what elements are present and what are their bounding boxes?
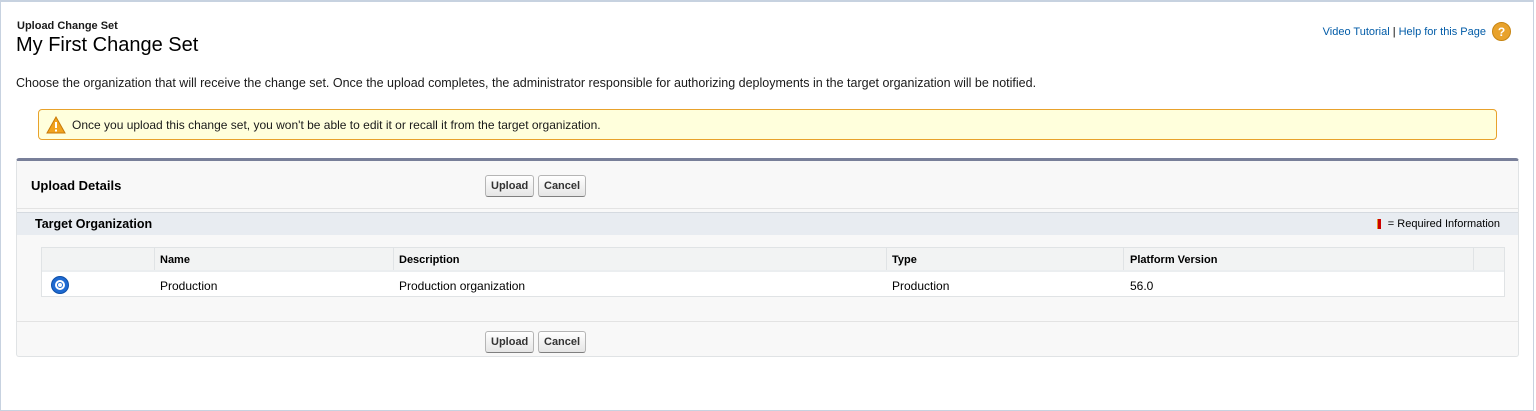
- video-tutorial-link[interactable]: Video Tutorial: [1323, 26, 1390, 38]
- upload-button-top[interactable]: Upload: [485, 175, 535, 197]
- required-info-text: = Required Information: [1387, 218, 1500, 230]
- column-header-platform-version[interactable]: Platform Version: [1130, 254, 1217, 266]
- upload-details-panel: Upload Details Upload Cancel Target Orga…: [16, 158, 1519, 357]
- table-header: [42, 248, 1504, 271]
- required-marker-icon: [1376, 219, 1381, 229]
- column-divider: [393, 248, 394, 270]
- section-title: Target Organization: [35, 217, 153, 231]
- panel-divider: [17, 208, 1518, 209]
- column-divider: [1473, 248, 1474, 270]
- help-icon[interactable]: ?: [1492, 22, 1511, 41]
- upload-button-bottom[interactable]: Upload: [485, 331, 535, 353]
- select-production-radio[interactable]: [51, 276, 69, 294]
- required-info-legend: = Required Information: [1376, 218, 1500, 230]
- page-title: My First Change Set: [16, 34, 199, 56]
- column-header-type[interactable]: Type: [892, 254, 917, 266]
- panel-title: Upload Details: [31, 178, 122, 193]
- page-eyebrow: Upload Change Set: [17, 20, 118, 32]
- panel-footer-divider: [17, 321, 1518, 322]
- radio-ring: [55, 280, 65, 290]
- cell-name: Production: [160, 279, 218, 293]
- column-divider: [886, 248, 887, 270]
- cancel-button-top[interactable]: Cancel: [538, 175, 587, 197]
- help-for-page-link[interactable]: Help for this Page: [1399, 26, 1486, 38]
- warning-text: Once you upload this change set, you won…: [72, 117, 601, 132]
- organizations-table: Name Description Type Platform Version P…: [41, 247, 1505, 297]
- warning-triangle-icon: [46, 115, 66, 133]
- warning-message: Once you upload this change set, you won…: [38, 109, 1497, 140]
- radio-dot: [58, 283, 62, 287]
- column-divider: [1123, 248, 1124, 270]
- intro-text: Choose the organization that will receiv…: [16, 76, 1037, 90]
- page-frame: Upload Change Set My First Change Set Vi…: [0, 0, 1534, 411]
- target-organization-section: Target Organization = Required Informati…: [17, 212, 1518, 235]
- cell-description: Production organization: [399, 279, 526, 293]
- cell-platform-version: 56.0: [1130, 279, 1154, 293]
- column-header-name[interactable]: Name: [160, 254, 190, 266]
- help-links: Video Tutorial | Help for this Page ?: [1323, 22, 1511, 41]
- cell-type: Production: [892, 279, 950, 293]
- cancel-button-bottom[interactable]: Cancel: [538, 331, 587, 353]
- row-separator: [42, 270, 1504, 272]
- column-header-description[interactable]: Description: [399, 254, 460, 266]
- column-divider: [154, 248, 155, 270]
- link-separator: |: [1392, 25, 1396, 38]
